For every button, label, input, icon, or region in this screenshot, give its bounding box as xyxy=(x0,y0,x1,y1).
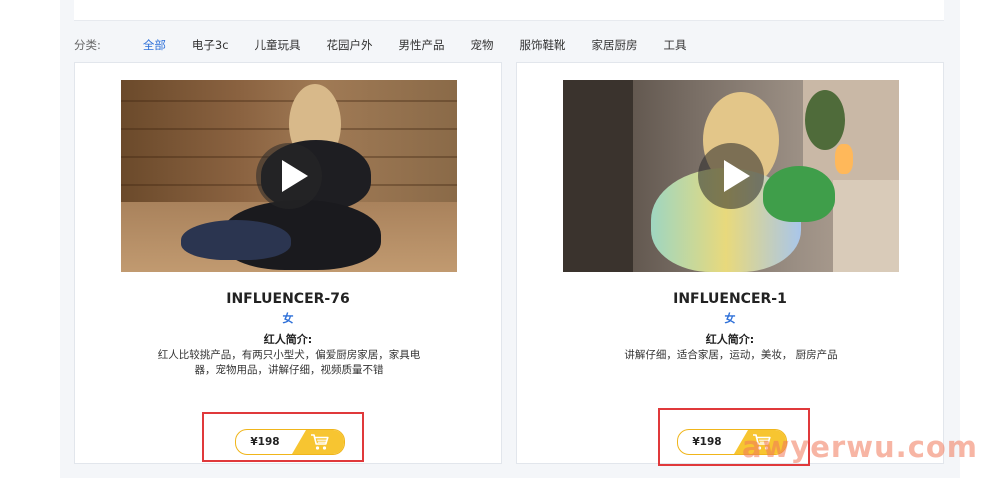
category-label: 分类: xyxy=(74,38,101,52)
lamp xyxy=(835,144,853,174)
influencer-gender: 女 xyxy=(282,312,294,325)
influencer-card: INFLUENCER-1 女 红人简介: 讲解仔细，适合家居，运动，美妆， 厨房… xyxy=(516,62,944,464)
category-mens[interactable]: 男性产品 xyxy=(399,37,445,53)
background-wall xyxy=(563,80,633,272)
person-legs xyxy=(181,220,291,260)
highlight-box xyxy=(202,412,364,462)
intro-title: 红人简介: xyxy=(263,333,313,346)
top-panel xyxy=(74,0,944,21)
play-triangle xyxy=(724,160,750,192)
play-icon[interactable] xyxy=(256,143,322,209)
category-bar: 分类: 全部 电子3c 儿童玩具 花园户外 男性产品 宠物 服饰鞋靴 家居厨房 … xyxy=(74,34,713,56)
category-apparel[interactable]: 服饰鞋靴 xyxy=(520,37,566,53)
influencer-name: INFLUENCER-1 xyxy=(673,291,787,307)
green-toy xyxy=(763,166,835,222)
influencer-name: INFLUENCER-76 xyxy=(226,291,350,307)
category-toys[interactable]: 儿童玩具 xyxy=(255,37,301,53)
category-pets[interactable]: 宠物 xyxy=(471,37,494,53)
plant xyxy=(805,90,845,150)
category-all[interactable]: 全部 xyxy=(143,37,166,53)
video-thumbnail[interactable] xyxy=(563,80,899,272)
influencer-gender: 女 xyxy=(724,312,736,325)
influencer-card: INFLUENCER-76 女 红人简介: 红人比较挑产品，有两只小型犬，偏爱厨… xyxy=(74,62,502,464)
intro-text: 讲解仔细，适合家居，运动，美妆， 厨房产品 xyxy=(624,349,838,361)
cabinet xyxy=(833,180,899,272)
category-garden[interactable]: 花园户外 xyxy=(327,37,373,53)
category-home-kitchen[interactable]: 家居厨房 xyxy=(592,37,638,53)
intro-text: 红人比较挑产品，有两只小型犬，偏爱厨房家居，家具电器，宠物用品，讲解仔细，视频质… xyxy=(157,349,421,376)
intro-title: 红人简介: xyxy=(705,333,755,346)
category-tools[interactable]: 工具 xyxy=(664,37,687,53)
play-icon[interactable] xyxy=(698,143,764,209)
watermark: awyerwu.com xyxy=(742,430,979,464)
play-triangle xyxy=(282,160,308,192)
video-thumbnail[interactable] xyxy=(121,80,457,272)
wood-plank xyxy=(121,100,457,102)
category-electronics[interactable]: 电子3c xyxy=(192,37,229,53)
